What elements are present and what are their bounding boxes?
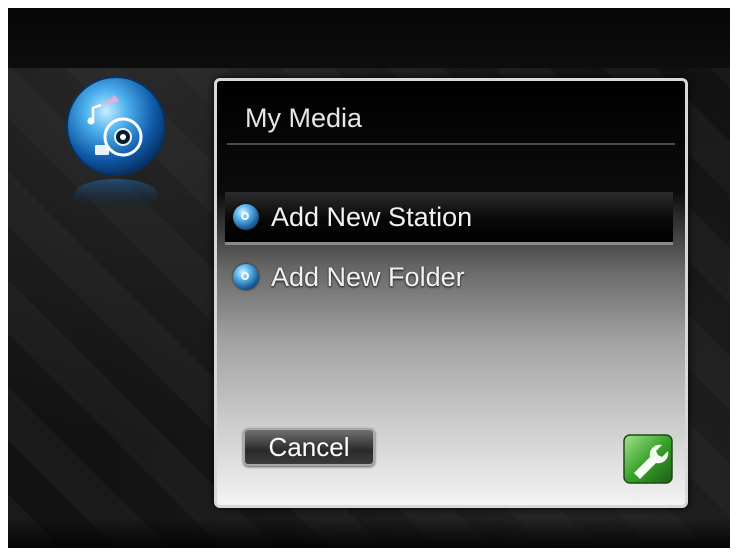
tv-screen: My Media Add New Station Add New Folder … <box>8 8 730 548</box>
dialog-title: My Media <box>245 103 363 133</box>
cancel-button[interactable]: Cancel <box>243 428 375 466</box>
menu-item-add-new-station[interactable]: Add New Station <box>225 192 673 245</box>
menu-item-add-new-folder[interactable]: Add New Folder <box>225 251 673 303</box>
menu-item-label: Add New Station <box>271 201 473 232</box>
bottom-band <box>8 518 730 548</box>
menu-item-label: Add New Folder <box>271 261 465 292</box>
media-disc-logo-icon <box>66 76 166 211</box>
my-media-dialog: My Media Add New Station Add New Folder … <box>214 78 688 508</box>
title-divider <box>227 143 675 145</box>
wrench-icon[interactable] <box>622 433 674 485</box>
top-band <box>8 8 730 68</box>
disc-bullet-icon <box>233 264 259 290</box>
disc-bullet-icon <box>233 204 259 230</box>
